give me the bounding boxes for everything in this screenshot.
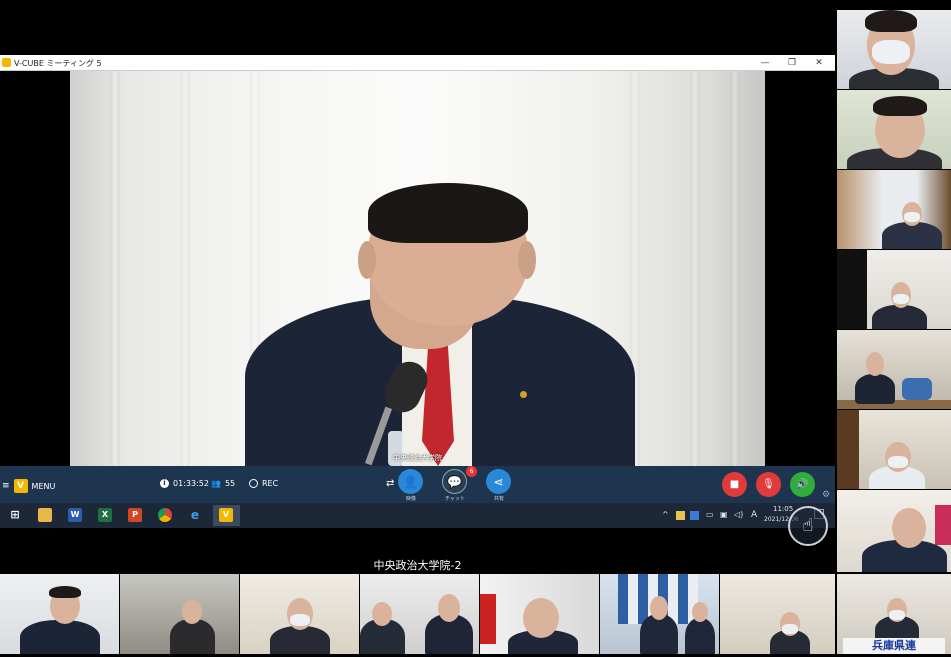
mic-off-button[interactable]: 🎙	[756, 472, 781, 497]
chat-button[interactable]: 💬	[442, 469, 467, 494]
meeting-window: V-CUBE ミーティング 5 — ❐ ✕ 中央政治大学院 ≡ V MENU i…	[0, 55, 835, 530]
participant-tile[interactable]	[240, 574, 359, 654]
chrome-icon[interactable]	[158, 508, 172, 522]
share-label: 共有	[493, 496, 504, 502]
hyogo-sign: 兵庫県連	[843, 638, 945, 654]
windows-taskbar: ⊞ W X P e V ^ ▭ ▣ ◁) A 11:05 2021/12/06	[0, 503, 835, 528]
participant-tile[interactable]	[837, 490, 951, 572]
touch-cursor-icon: ☝	[788, 506, 828, 546]
video-people-icon: 👤	[403, 474, 418, 489]
tray-app-icon-2[interactable]	[690, 511, 699, 520]
main-speaker-video[interactable]: 中央政治大学院	[70, 71, 765, 466]
file-explorer-icon[interactable]	[38, 508, 52, 522]
video-label: 映像	[405, 496, 416, 502]
excel-icon[interactable]: X	[98, 508, 112, 522]
tray-display-icon[interactable]: ▣	[720, 510, 728, 519]
video-button[interactable]: 👤	[398, 469, 423, 494]
window-title: V-CUBE ミーティング 5	[14, 59, 102, 68]
tray-chevron-icon[interactable]: ^	[662, 510, 669, 519]
maximize-button[interactable]: ❐	[782, 56, 802, 70]
mic-off-icon: 🎙	[762, 479, 775, 490]
internet-explorer-icon[interactable]: e	[188, 508, 202, 522]
share-icon: ⋖	[493, 474, 504, 489]
record-icon	[249, 479, 258, 488]
speaker-icon: 🔊	[796, 479, 809, 490]
participant-tile[interactable]	[837, 250, 951, 329]
participant-tile[interactable]	[600, 574, 719, 654]
tray-network-icon[interactable]: ▭	[706, 510, 714, 519]
participant-tile[interactable]	[837, 10, 951, 89]
hamburger-icon: ≡	[2, 481, 10, 491]
camera-off-icon: ■	[729, 479, 740, 490]
vcube-icon[interactable]: V	[219, 508, 233, 522]
settings-gear-icon[interactable]: ⚙	[822, 490, 830, 500]
elapsed-time: i 01:33:52	[160, 479, 209, 488]
ime-indicator[interactable]: A	[751, 510, 757, 520]
participant-count[interactable]: 👥 55	[211, 479, 235, 488]
speaker-button[interactable]: 🔊	[790, 472, 815, 497]
menu-button[interactable]: ≡ V MENU	[2, 479, 55, 493]
participant-tile[interactable]	[720, 574, 835, 654]
participant-tile[interactable]	[0, 574, 119, 654]
windows-start-icon[interactable]: ⊞	[8, 508, 22, 522]
minimize-button[interactable]: —	[755, 56, 775, 70]
chat-label: チャット	[445, 496, 465, 502]
vcube-logo-icon: V	[13, 479, 28, 493]
chat-badge: 6	[466, 466, 477, 477]
participant-tile[interactable]	[120, 574, 239, 654]
participant-tile[interactable]	[837, 410, 951, 489]
active-speaker-label: 中央政治大学院-2	[373, 559, 462, 572]
switch-icon[interactable]: ⇄	[386, 478, 394, 489]
clock-time[interactable]: 11:05	[773, 505, 793, 513]
share-button[interactable]: ⋖	[486, 469, 511, 494]
chat-bubble-icon: 💬	[447, 474, 462, 489]
meeting-toolbar: ≡ V MENU i 01:33:52 👥 55 REC ⇄ 👤 映像 💬 6 …	[0, 466, 835, 503]
close-button[interactable]: ✕	[809, 56, 829, 70]
info-icon: i	[160, 479, 169, 488]
participant-tile[interactable]	[837, 330, 951, 409]
title-bar: V-CUBE ミーティング 5 — ❐ ✕	[0, 55, 835, 71]
participant-tile[interactable]	[480, 574, 599, 654]
participant-tile[interactable]: 兵庫県連	[837, 574, 951, 654]
participant-tile[interactable]	[837, 90, 951, 169]
main-video-caption: 中央政治大学院	[393, 454, 442, 462]
participants-icon: 👥	[211, 479, 221, 488]
rec-indicator[interactable]: REC	[249, 479, 278, 488]
participant-tile[interactable]	[360, 574, 479, 654]
participant-tile[interactable]	[837, 170, 951, 249]
camera-off-button[interactable]: ■	[722, 472, 747, 497]
word-icon[interactable]: W	[68, 508, 82, 522]
menu-label: MENU	[31, 481, 56, 491]
volume-icon[interactable]: ◁)	[734, 510, 743, 519]
vcube-app-icon	[2, 58, 11, 67]
powerpoint-icon[interactable]: P	[128, 508, 142, 522]
tray-app-icon[interactable]	[676, 511, 685, 520]
